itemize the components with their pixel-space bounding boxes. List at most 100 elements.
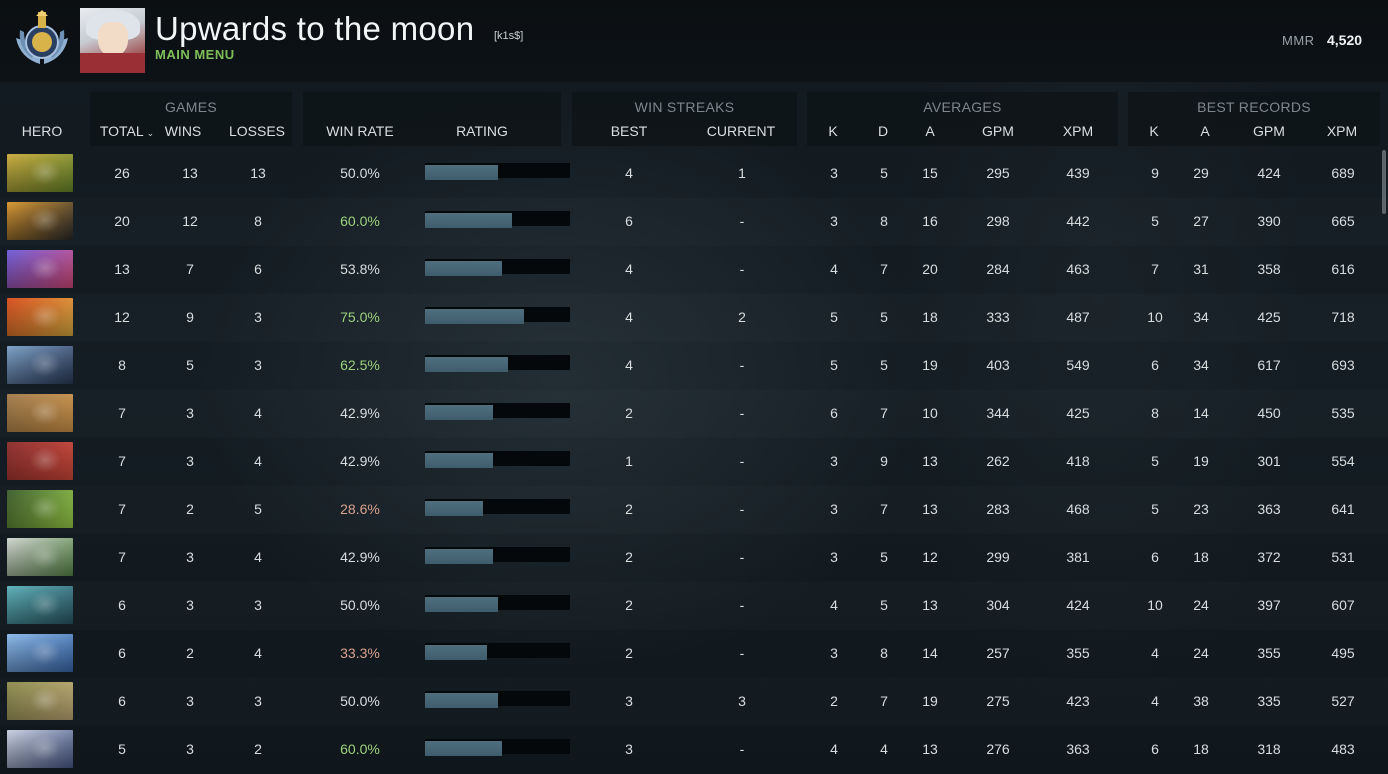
- cell-avg-assists: 19: [922, 693, 938, 709]
- cell-avg-xpm: 463: [1066, 261, 1090, 277]
- col-total[interactable]: TOTAL ⌄: [94, 123, 160, 139]
- cell-avg-xpm: 468: [1066, 501, 1090, 517]
- cell-best-gpm: 301: [1257, 453, 1281, 469]
- cell-best-kills: 6: [1151, 741, 1159, 757]
- cell-best-streak: 6: [625, 213, 633, 229]
- cell-best-gpm: 318: [1257, 741, 1281, 757]
- cell-avg-kills: 3: [830, 549, 838, 565]
- player-avatar[interactable]: [80, 8, 145, 73]
- hero-portrait-ice-icon[interactable]: [7, 634, 73, 672]
- cell-current-streak: 3: [738, 693, 746, 709]
- cell-best-gpm: 355: [1257, 645, 1281, 661]
- cell-best-streak: 4: [625, 165, 633, 181]
- cell-avg-deaths: 5: [880, 357, 888, 373]
- cell-losses: 4: [254, 645, 262, 661]
- cell-best-streak: 2: [625, 597, 633, 613]
- hero-portrait-grey-icon[interactable]: [7, 538, 73, 576]
- col-avg-xpm[interactable]: XPM: [1056, 123, 1100, 139]
- rating-bar-fill: [425, 741, 502, 756]
- cell-avg-deaths: 7: [880, 405, 888, 421]
- col-avg-deaths[interactable]: D: [870, 123, 896, 139]
- hero-portrait-green-icon[interactable]: [7, 490, 73, 528]
- cell-avg-gpm: 257: [986, 645, 1010, 661]
- cell-current-streak: 1: [738, 165, 746, 181]
- rating-bar: [425, 595, 570, 612]
- table-row[interactable]: 6 3 3 50.0% 3 3 2 7 19 275 423 4 38 335 527: [0, 678, 1388, 726]
- cell-wins: 12: [182, 213, 198, 229]
- table-row[interactable]: 7 3 4 42.9% 2 - 3 5 12 299 381 6 18 372 531: [0, 534, 1388, 582]
- cell-avg-deaths: 7: [880, 693, 888, 709]
- cell-avg-assists: 15: [922, 165, 938, 181]
- cell-avg-xpm: 487: [1066, 309, 1090, 325]
- hero-portrait-yellow-icon[interactable]: [7, 154, 73, 192]
- table-scrollbar[interactable]: [1382, 150, 1386, 214]
- col-best-kills[interactable]: K: [1141, 123, 1167, 139]
- cell-win-rate: 60.0%: [340, 741, 380, 757]
- cell-avg-kills: 3: [830, 501, 838, 517]
- hero-portrait-blue-icon[interactable]: [7, 346, 73, 384]
- cell-avg-deaths: 5: [880, 165, 888, 181]
- col-losses[interactable]: LOSSES: [224, 123, 290, 139]
- profile-header: Upwards to the moon [k1s$] MAIN MENU MMR…: [0, 0, 1388, 82]
- table-row[interactable]: 20 12 8 60.0% 6 - 3 8 16 298 442 5 27 390 665: [0, 198, 1388, 246]
- cell-wins: 2: [186, 501, 194, 517]
- main-menu-link[interactable]: MAIN MENU: [155, 47, 235, 62]
- col-best-streak[interactable]: BEST: [600, 123, 658, 139]
- cell-current-streak: -: [739, 357, 745, 373]
- rating-bar: [425, 355, 570, 372]
- table-row[interactable]: 7 2 5 28.6% 2 - 3 7 13 283 468 5 23 363 641: [0, 486, 1388, 534]
- col-hero[interactable]: HERO: [12, 123, 72, 139]
- cell-best-xpm: 689: [1331, 165, 1355, 181]
- cell-total: 7: [118, 453, 126, 469]
- cell-losses: 5: [254, 501, 262, 517]
- cell-current-streak: -: [739, 453, 745, 469]
- cell-avg-gpm: 276: [986, 741, 1010, 757]
- games-group-title: GAMES: [164, 99, 218, 115]
- table-row[interactable]: 5 3 2 60.0% 3 - 4 4 13 276 363 6 18 318 483: [0, 726, 1388, 774]
- cell-avg-assists: 13: [922, 453, 938, 469]
- cell-avg-deaths: 7: [880, 261, 888, 277]
- cell-best-assists: 27: [1193, 213, 1209, 229]
- cell-win-rate: 28.6%: [340, 501, 380, 517]
- hero-portrait-olive-icon[interactable]: [7, 682, 73, 720]
- cell-best-assists: 38: [1193, 693, 1209, 709]
- col-best-assists[interactable]: A: [1192, 123, 1218, 139]
- hero-portrait-pale-icon[interactable]: [7, 730, 73, 768]
- cell-total: 6: [118, 645, 126, 661]
- cell-avg-gpm: 275: [986, 693, 1010, 709]
- table-row[interactable]: 12 9 3 75.0% 4 2 5 5 18 333 487 10 34 425 718: [0, 294, 1388, 342]
- table-row[interactable]: 13 7 6 53.8% 4 - 4 7 20 284 463 7 31 358 616: [0, 246, 1388, 294]
- col-win-rate[interactable]: WIN RATE: [318, 123, 402, 139]
- col-wins[interactable]: WINS: [160, 123, 206, 139]
- hero-portrait-red-icon[interactable]: [7, 298, 73, 336]
- hero-portrait-brown-icon[interactable]: [7, 394, 73, 432]
- cell-best-assists: 34: [1193, 309, 1209, 325]
- table-row[interactable]: 6 3 3 50.0% 2 - 4 5 13 304 424 10 24 397 607: [0, 582, 1388, 630]
- col-best-gpm[interactable]: GPM: [1247, 123, 1291, 139]
- table-row[interactable]: 26 13 13 50.0% 4 1 3 5 15 295 439 9 29 424 689: [0, 150, 1388, 198]
- cell-win-rate: 42.9%: [340, 405, 380, 421]
- col-rating[interactable]: RATING: [440, 123, 524, 139]
- cell-avg-xpm: 381: [1066, 549, 1090, 565]
- col-avg-assists[interactable]: A: [917, 123, 943, 139]
- table-row[interactable]: 6 2 4 33.3% 2-3 8 14 257 355 4 24 355 495: [0, 630, 1388, 678]
- cell-losses: 3: [254, 597, 262, 613]
- cell-current-streak: -: [739, 213, 745, 229]
- col-avg-kills[interactable]: K: [820, 123, 846, 139]
- col-current-streak[interactable]: CURRENT: [700, 123, 782, 139]
- cell-avg-gpm: 333: [986, 309, 1010, 325]
- hero-portrait-crimson-icon[interactable]: [7, 442, 73, 480]
- col-avg-gpm[interactable]: GPM: [976, 123, 1020, 139]
- hero-portrait-orange-icon[interactable]: [7, 202, 73, 240]
- cell-best-xpm: 616: [1331, 261, 1355, 277]
- cell-best-gpm: 390: [1257, 213, 1281, 229]
- col-best-xpm[interactable]: XPM: [1320, 123, 1364, 139]
- cell-wins: 9: [186, 309, 194, 325]
- table-row[interactable]: 8 5 3 62.5% 4 - 5 5 19 403 549 6 34 617 693: [0, 342, 1388, 390]
- hero-portrait-teal-icon[interactable]: [7, 586, 73, 624]
- cell-wins: 13: [182, 165, 198, 181]
- hero-portrait-purple-icon[interactable]: [7, 250, 73, 288]
- table-row[interactable]: 7 3 4 42.9% 2 - 6 7 10 344 425 8 14 450 535: [0, 390, 1388, 438]
- cell-avg-gpm: 298: [986, 213, 1010, 229]
- table-row[interactable]: 7 3 4 42.9% 1 - 3 9 13 262 418 5 19 301 554: [0, 438, 1388, 486]
